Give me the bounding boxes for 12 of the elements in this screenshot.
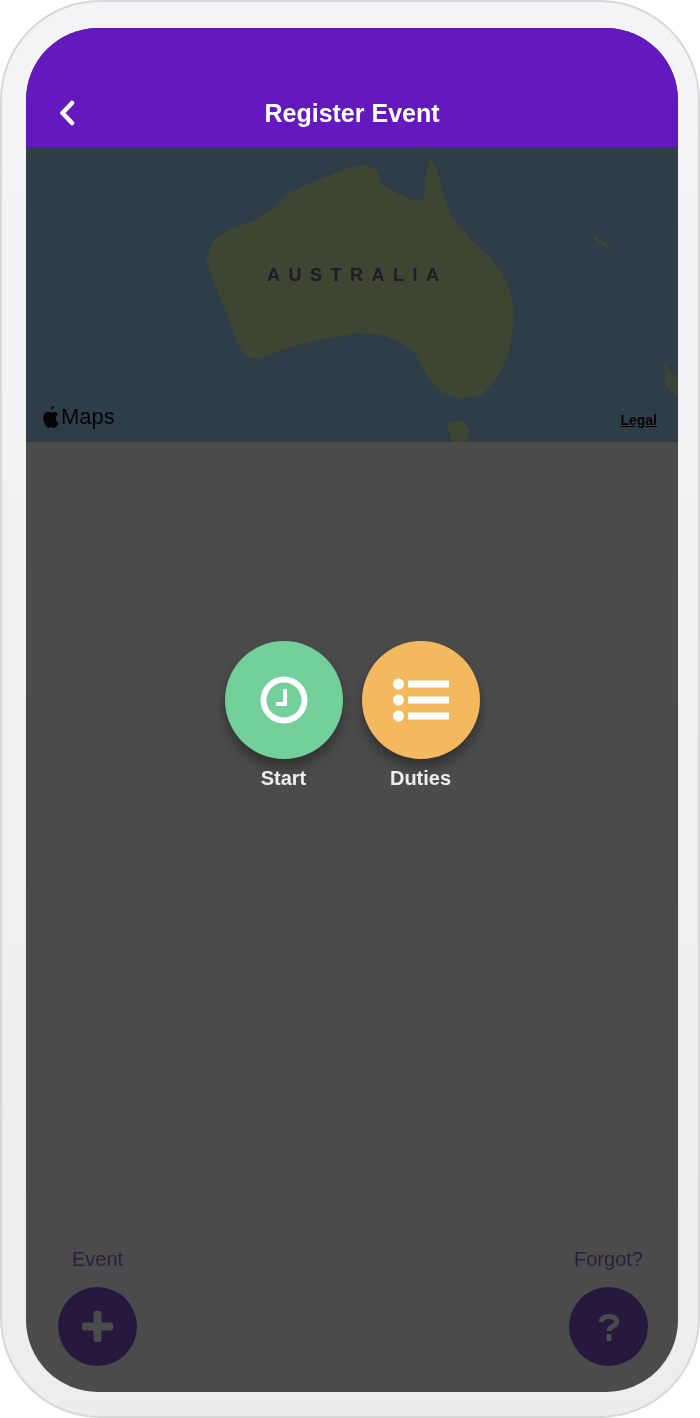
help-icon [597, 1312, 620, 1341]
legal-link[interactable]: Legal [620, 412, 657, 428]
action-label: Duties [389, 766, 452, 790]
apple-icon [43, 406, 60, 428]
list-icon [392, 678, 449, 722]
clock-icon [259, 676, 308, 724]
back-button[interactable] [58, 100, 76, 126]
map-attribution: Maps [61, 405, 115, 428]
screen-title: Register Event [264, 98, 440, 128]
action-label: Start [260, 766, 307, 790]
plus-icon [82, 1311, 113, 1342]
back-icon [58, 100, 76, 126]
